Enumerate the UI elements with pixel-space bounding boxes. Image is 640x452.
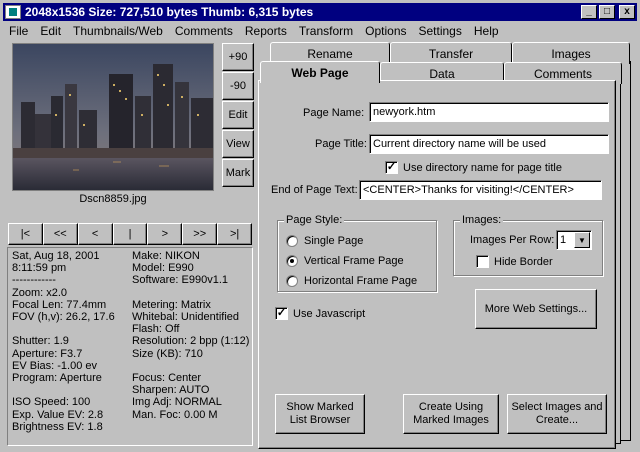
end-page-text-input[interactable]: <CENTER>Thanks for visiting!</CENTER> <box>359 180 602 200</box>
tab-transfer[interactable]: Transfer <box>390 42 512 64</box>
page-style-group: Page Style: Single Page Vertical Frame P… <box>277 214 437 292</box>
rotate-plus-90-button[interactable]: +90 <box>222 43 254 71</box>
exif-line: ------------ <box>12 274 56 287</box>
page-title-input[interactable]: Current directory name will be used <box>369 134 609 154</box>
exif-left-column: Sat, Aug 18, 2001 8:11:59 pm -----------… <box>12 250 115 433</box>
exif-line: Sharpen: AUTO <box>132 384 210 397</box>
city-skyline-image <box>13 44 213 190</box>
tab-images[interactable]: Images <box>512 42 630 64</box>
exif-line: Software: E990v1.1 <box>132 274 229 287</box>
horizontal-frame-label: Horizontal Frame Page <box>304 275 418 287</box>
exif-line <box>12 384 115 396</box>
menu-reports[interactable]: Reports <box>239 24 293 38</box>
use-javascript-label: Use Javascript <box>293 308 366 320</box>
exif-line: EV Bias: -1.00 ev <box>12 359 97 372</box>
exif-line: Aperture: F3.7 <box>12 347 83 360</box>
exif-line <box>132 360 249 372</box>
hide-border-label: Hide Border <box>494 256 553 268</box>
exif-line: ISO Speed: 100 <box>12 396 91 409</box>
rotate-minus-90-button[interactable]: -90 <box>222 72 254 100</box>
menu-transform[interactable]: Transform <box>293 24 359 38</box>
exif-line: Make: NIKON <box>132 250 200 262</box>
nav-last-button[interactable]: >| <box>217 223 253 245</box>
exif-line: Program: Aperture <box>12 372 102 385</box>
images-per-row-select[interactable]: 1 ▼ <box>556 230 592 250</box>
nav-page-back-button[interactable]: << <box>42 223 78 245</box>
title-bar[interactable]: 2048x1536 Size: 727,510 bytes Thumb: 6,3… <box>3 3 637 21</box>
photo-filename: Dscn8859.jpg <box>79 193 147 205</box>
exif-line: Model: E990 <box>132 262 194 275</box>
page-style-title: Page Style: <box>284 214 345 226</box>
navigation-bar: |< << < | > >> >| <box>8 223 253 245</box>
app-icon[interactable] <box>5 5 21 19</box>
exif-line: 8:11:59 pm <box>12 262 67 275</box>
nav-page-forward-button[interactable]: >> <box>182 223 218 245</box>
close-button[interactable]: x <box>619 5 635 19</box>
minimize-button[interactable]: _ <box>581 5 597 19</box>
horizontal-frame-radio[interactable] <box>286 275 298 287</box>
use-javascript-checkbox[interactable]: ✓ <box>275 307 288 320</box>
create-using-marked-button[interactable]: Create Using Marked Images <box>403 394 499 434</box>
menu-edit[interactable]: Edit <box>34 24 67 38</box>
nav-first-button[interactable]: |< <box>8 223 43 245</box>
use-directory-name-label: Use directory name for page title <box>403 162 562 174</box>
menu-thumbnails-web[interactable]: Thumbnails/Web <box>67 24 169 38</box>
exif-line: Shutter: 1.9 <box>12 335 69 348</box>
page-title-label: Page Title: <box>315 138 367 150</box>
page-name-label: Page Name: <box>303 107 365 119</box>
exif-right-column: Make: NIKON Model: E990 Software: E990v1… <box>132 250 249 421</box>
exif-line: Focus: Center <box>132 372 202 385</box>
exif-line: Sat, Aug 18, 2001 <box>12 250 100 262</box>
photo-preview[interactable] <box>12 43 214 191</box>
exif-line: Whitebal: Unidentified <box>132 311 240 324</box>
menu-bar: File Edit Thumbnails/Web Comments Report… <box>3 22 637 40</box>
exif-line: Metering: Matrix <box>132 298 211 311</box>
exif-line: Exp. Value EV: 2.8 <box>12 408 104 421</box>
images-per-row-value: 1 <box>560 234 567 246</box>
single-page-radio[interactable] <box>286 235 298 247</box>
nav-next-button[interactable]: > <box>147 223 183 245</box>
exif-line: Flash: Off <box>132 323 180 336</box>
maximize-button[interactable]: □ <box>599 5 615 19</box>
web-page-panel: Page Name: newyork.htm Page Title: Curre… <box>258 80 616 449</box>
exif-info-panel: Sat, Aug 18, 2001 8:11:59 pm -----------… <box>7 247 253 446</box>
page-name-input[interactable]: newyork.htm <box>369 102 609 122</box>
exif-line: Img Adj: NORMAL <box>132 396 222 409</box>
menu-settings[interactable]: Settings <box>413 24 468 38</box>
show-marked-list-button[interactable]: Show Marked List Browser <box>275 394 365 434</box>
menu-file[interactable]: File <box>3 24 34 38</box>
images-per-row-label: Images Per Row: <box>470 234 555 246</box>
exif-line: FOV (h,v): 26.2, 17.6 <box>12 311 115 324</box>
mark-image-button[interactable]: Mark <box>222 159 254 187</box>
hide-border-checkbox[interactable] <box>476 255 489 268</box>
exif-line <box>12 323 115 335</box>
images-group-title: Images: <box>460 214 504 226</box>
edit-image-button[interactable]: Edit <box>222 101 254 129</box>
menu-options[interactable]: Options <box>359 24 412 38</box>
vertical-frame-label: Vertical Frame Page <box>304 255 404 267</box>
menu-comments[interactable]: Comments <box>169 24 239 38</box>
exif-line <box>132 287 249 299</box>
exif-line: Man. Foc: 0.00 M <box>132 408 218 421</box>
single-page-label: Single Page <box>304 235 364 247</box>
app-window: 2048x1536 Size: 727,510 bytes Thumb: 6,3… <box>0 0 640 452</box>
exif-line: Brightness EV: 1.8 <box>12 420 103 433</box>
view-image-button[interactable]: View <box>222 130 254 158</box>
use-directory-name-checkbox[interactable]: ✓ <box>385 161 398 174</box>
exif-line: Zoom: x2.0 <box>12 286 68 299</box>
exif-line: Resolution: 2 bpp (1:12) <box>132 335 250 348</box>
tab-web-page[interactable]: Web Page <box>260 61 380 83</box>
chevron-down-icon[interactable]: ▼ <box>574 232 590 248</box>
select-images-create-button[interactable]: Select Images and Create... <box>507 394 607 434</box>
window-title: 2048x1536 Size: 727,510 bytes Thumb: 6,3… <box>25 5 314 19</box>
more-web-settings-button[interactable]: More Web Settings... <box>475 289 597 329</box>
menu-help[interactable]: Help <box>468 24 505 38</box>
exif-line: Size (KB): 710 <box>132 347 203 360</box>
end-page-text-label: End of Page Text: <box>271 184 358 196</box>
vertical-frame-radio[interactable] <box>286 255 298 267</box>
nav-current-button[interactable]: | <box>112 223 148 245</box>
exif-line: Focal Len: 77.4mm <box>12 298 107 311</box>
nav-prev-button[interactable]: < <box>77 223 113 245</box>
images-group: Images: Images Per Row: 1 ▼ Hide Border <box>453 214 603 276</box>
